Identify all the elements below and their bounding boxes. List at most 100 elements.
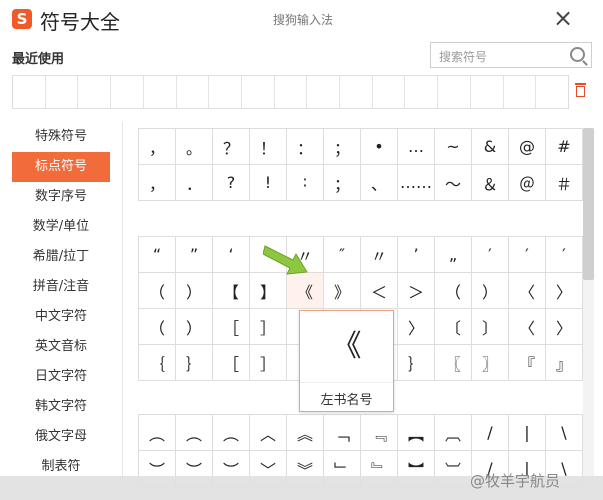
symbol-cell[interactable]: ） bbox=[472, 273, 509, 309]
symbol-cell[interactable]: 〉 bbox=[398, 309, 435, 345]
symbol-cell[interactable]: ＃ bbox=[546, 165, 583, 201]
symbol-cell[interactable]: ! bbox=[250, 165, 287, 201]
symbol-cell[interactable]: 〕 bbox=[472, 309, 509, 345]
trash-icon[interactable] bbox=[575, 83, 586, 97]
symbol-cell[interactable]: ︵ bbox=[176, 415, 213, 451]
close-icon[interactable]: × bbox=[553, 4, 573, 32]
recent-symbol-slot[interactable] bbox=[405, 76, 439, 108]
symbol-cell[interactable]: ︿ bbox=[250, 415, 287, 451]
recent-symbol-slot[interactable] bbox=[471, 76, 504, 108]
symbol-cell[interactable]: 〗 bbox=[472, 345, 509, 381]
symbol-cell[interactable]: „ bbox=[435, 237, 472, 273]
recent-symbol-slot[interactable] bbox=[46, 76, 79, 108]
recent-symbol-slot[interactable] bbox=[144, 76, 177, 108]
symbol-cell[interactable]: 〉 bbox=[546, 273, 583, 309]
symbol-cell[interactable]: ︽ bbox=[287, 415, 324, 451]
symbol-cell[interactable]: 〈 bbox=[509, 309, 546, 345]
symbol-cell[interactable]: （ bbox=[139, 273, 176, 309]
sidebar-item[interactable]: 中文字符 bbox=[12, 302, 110, 332]
symbol-cell[interactable]: ﹃ bbox=[361, 415, 398, 451]
symbol-cell[interactable]: @ bbox=[509, 129, 546, 165]
symbol-cell[interactable]: （ bbox=[435, 273, 472, 309]
symbol-cell[interactable]: ＜ bbox=[361, 273, 398, 309]
search-input[interactable]: 搜索符号 bbox=[430, 42, 592, 68]
symbol-cell[interactable]: 〈 bbox=[509, 273, 546, 309]
symbol-cell[interactable]: ？ bbox=[213, 129, 250, 165]
sidebar-item[interactable]: 标点符号 bbox=[12, 152, 110, 182]
symbol-cell[interactable]: | bbox=[509, 415, 546, 451]
symbol-cell[interactable]: ） bbox=[176, 273, 213, 309]
symbol-cell[interactable]: • bbox=[361, 129, 398, 165]
symbol-cell[interactable]: ［ bbox=[213, 345, 250, 381]
sidebar-item[interactable]: 英文音标 bbox=[12, 332, 110, 362]
symbol-cell[interactable]: …… bbox=[398, 165, 435, 201]
symbol-cell[interactable]: ） bbox=[176, 309, 213, 345]
symbol-cell[interactable]: ′ bbox=[546, 237, 583, 273]
symbol-cell[interactable]: ！ bbox=[250, 129, 287, 165]
sidebar-item[interactable]: 韩文字符 bbox=[12, 392, 110, 422]
symbol-cell[interactable]: ＆ bbox=[472, 165, 509, 201]
sidebar-item[interactable]: 特殊符号 bbox=[12, 122, 110, 152]
symbol-cell[interactable]: ： bbox=[287, 129, 324, 165]
symbol-cell[interactable]: ′ bbox=[472, 237, 509, 273]
symbol-cell[interactable]: ｝ bbox=[176, 345, 213, 381]
symbol-cell[interactable]: ； bbox=[324, 165, 361, 201]
symbol-cell[interactable]: 。 bbox=[176, 129, 213, 165]
symbol-cell[interactable]: ∶ bbox=[287, 165, 324, 201]
symbol-cell[interactable]: ． bbox=[176, 165, 213, 201]
symbol-cell[interactable]: ~ bbox=[435, 129, 472, 165]
symbol-cell[interactable]: ｛ bbox=[139, 345, 176, 381]
symbol-cell[interactable]: ， bbox=[139, 165, 176, 201]
symbol-cell[interactable]: ” bbox=[176, 237, 213, 273]
recent-symbol-slot[interactable] bbox=[373, 76, 406, 108]
symbol-cell[interactable]: / bbox=[472, 415, 509, 451]
recent-symbol-slot[interactable] bbox=[13, 76, 46, 108]
symbol-cell[interactable]: 《 bbox=[287, 273, 324, 309]
sidebar-item[interactable]: 日文字符 bbox=[12, 362, 110, 392]
symbol-cell[interactable]: … bbox=[398, 129, 435, 165]
symbol-cell[interactable]: ＞ bbox=[398, 273, 435, 309]
symbol-cell[interactable]: 、 bbox=[361, 165, 398, 201]
symbol-cell[interactable]: 》 bbox=[324, 273, 361, 309]
symbol-cell[interactable]: 】 bbox=[250, 273, 287, 309]
symbol-cell[interactable]: ‘ bbox=[213, 237, 250, 273]
symbol-cell[interactable]: ′ bbox=[509, 237, 546, 273]
symbol-cell[interactable]: 『 bbox=[509, 345, 546, 381]
recent-symbol-slot[interactable] bbox=[504, 76, 537, 108]
scrollbar-thumb[interactable] bbox=[583, 128, 594, 280]
sidebar-item[interactable]: 俄文字母 bbox=[12, 422, 110, 452]
symbol-cell[interactable]: ＠ bbox=[509, 165, 546, 201]
symbol-cell[interactable]: ～ bbox=[435, 165, 472, 201]
symbol-cell[interactable]: ︻ bbox=[398, 415, 435, 451]
recent-symbol-slot[interactable] bbox=[209, 76, 242, 108]
symbol-cell[interactable]: 〃 bbox=[361, 237, 398, 273]
recent-symbol-slot[interactable] bbox=[307, 76, 341, 108]
symbol-cell[interactable]: ︹ bbox=[435, 415, 472, 451]
sidebar-item[interactable]: 希腊/拉丁 bbox=[12, 242, 110, 272]
symbol-cell[interactable]: # bbox=[546, 129, 583, 165]
symbol-cell[interactable]: ? bbox=[213, 165, 250, 201]
search-icon[interactable] bbox=[570, 47, 585, 62]
recent-symbol-slot[interactable] bbox=[111, 76, 144, 108]
recent-symbol-slot[interactable] bbox=[78, 76, 112, 108]
symbol-cell[interactable]: “ bbox=[139, 237, 176, 273]
symbol-cell[interactable]: ［ bbox=[213, 309, 250, 345]
symbol-cell[interactable]: ﹁ bbox=[324, 415, 361, 451]
recent-symbol-slot[interactable] bbox=[536, 76, 568, 108]
symbol-cell[interactable]: ︵ bbox=[213, 415, 250, 451]
symbol-cell[interactable]: ’ bbox=[398, 237, 435, 273]
symbol-cell[interactable]: ， bbox=[139, 129, 176, 165]
symbol-cell[interactable]: ︵ bbox=[139, 415, 176, 451]
symbol-cell[interactable]: ］ bbox=[250, 345, 287, 381]
recent-symbol-slot[interactable] bbox=[275, 76, 308, 108]
symbol-cell[interactable]: 〖 bbox=[435, 345, 472, 381]
recent-symbol-slot[interactable] bbox=[340, 76, 373, 108]
sidebar-item[interactable]: 拼音/注音 bbox=[12, 272, 110, 302]
symbol-cell[interactable]: （ bbox=[139, 309, 176, 345]
symbol-cell[interactable]: ； bbox=[324, 129, 361, 165]
symbol-cell[interactable]: & bbox=[472, 129, 509, 165]
sidebar-item[interactable]: 数学/单位 bbox=[12, 212, 110, 242]
recent-symbol-slot[interactable] bbox=[438, 76, 471, 108]
symbol-cell[interactable]: ″ bbox=[324, 237, 361, 273]
symbol-cell[interactable]: 【 bbox=[213, 273, 250, 309]
